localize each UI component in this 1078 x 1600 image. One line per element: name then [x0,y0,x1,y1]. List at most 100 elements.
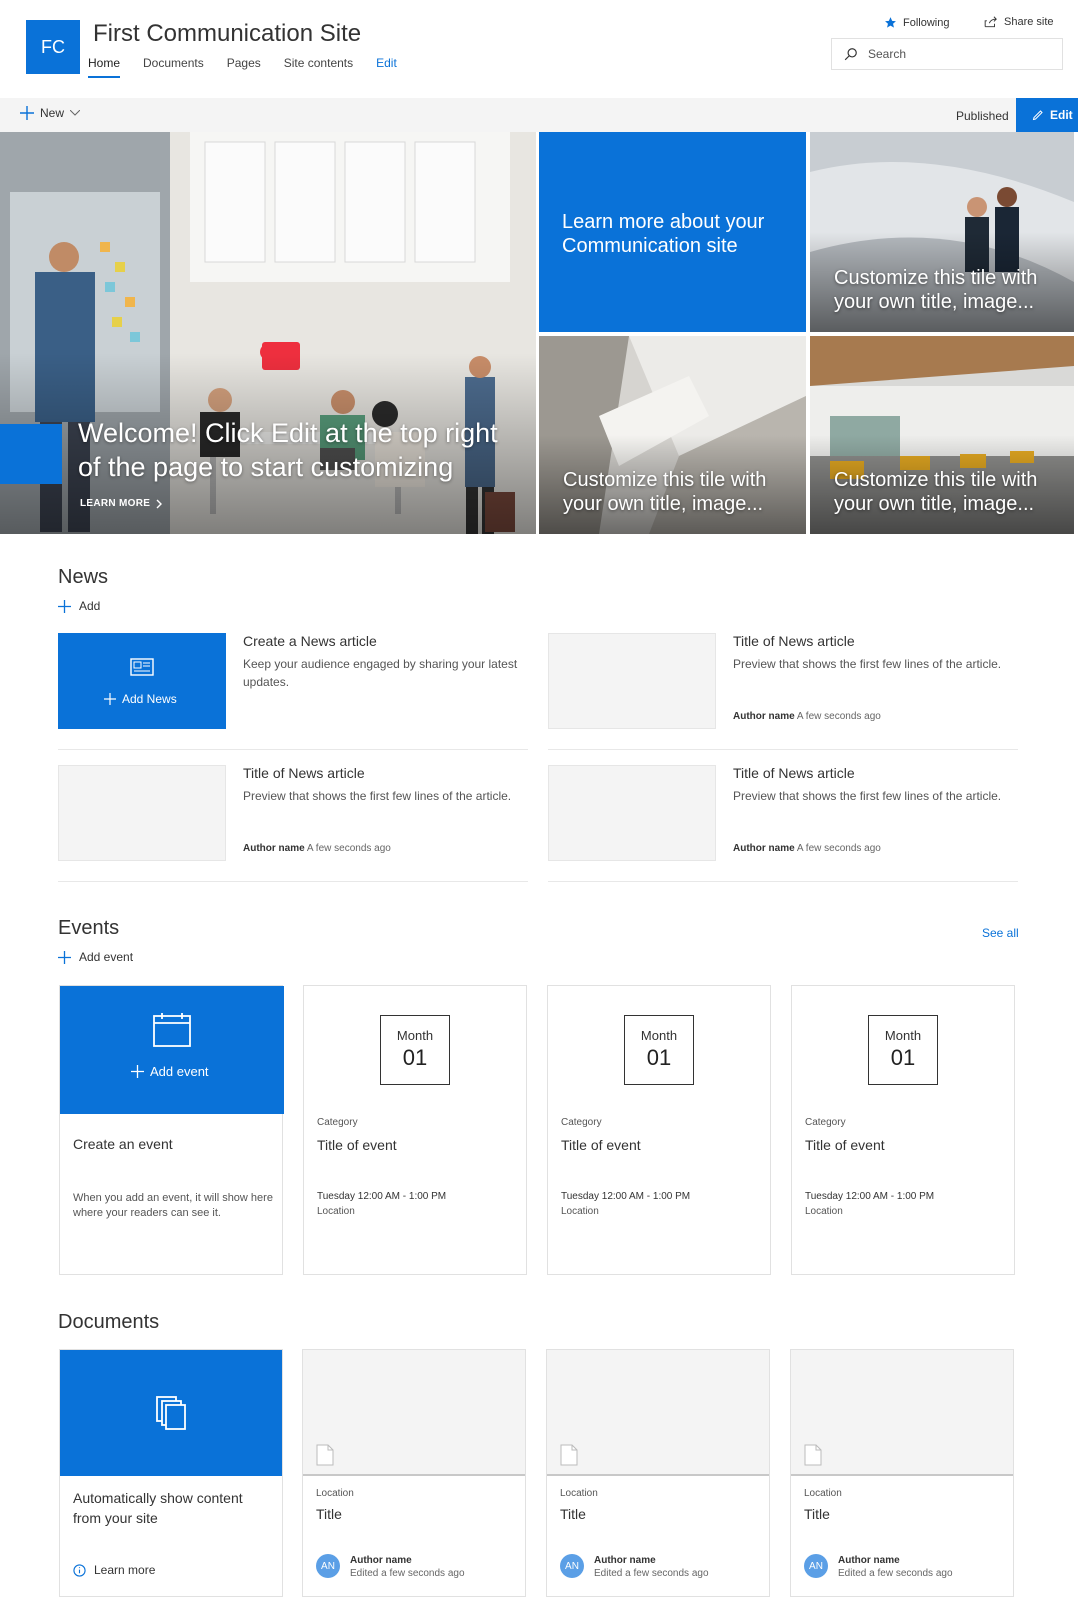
add-event-label: Add event [79,950,134,964]
event-create-card[interactable]: Add event Create an event When you add a… [59,985,284,1275]
add-event-card-button[interactable]: Add event [131,1064,209,1079]
event-date-box: Month 01 [624,1015,694,1085]
add-news-tile[interactable]: Add News [58,633,226,729]
search-input[interactable]: Search [868,47,906,61]
site-logo[interactable]: FC [26,20,80,74]
nav-edit-link[interactable]: Edit [376,56,397,78]
documents-heading: Documents [58,1311,160,1333]
learn-more-label: LEARN MORE [80,498,151,509]
add-news-button[interactable]: Add News [104,692,177,706]
event-title[interactable]: Title of event [805,1137,885,1153]
document-location: Location [560,1488,598,1499]
hero-title[interactable]: Welcome! Click Edit at the top right of … [78,416,498,484]
page-status: Published [956,109,1009,123]
news-thumbnail[interactable] [548,633,716,729]
documents-info-tile [60,1350,282,1476]
event-date-box: Month 01 [380,1015,450,1085]
following-label: Following [903,16,950,29]
news-heading: News [58,566,109,588]
hero-tile-2-text: Customize this tile with your own title,… [563,469,767,515]
news-article-title[interactable]: Title of News article [243,765,365,781]
news-article-preview: Preview that shows the first few lines o… [733,789,1002,803]
add-event-button[interactable]: Add event [58,950,133,964]
nav-home[interactable]: Home [88,56,121,78]
hero-tile-learn[interactable]: Learn more about your Communication site [539,132,806,332]
star-icon [885,17,896,28]
hero-accent-block [0,424,62,484]
share-site-button[interactable]: Share site [984,16,1054,28]
news-article-card[interactable]: Title of News article Preview that shows… [58,765,528,889]
nav-site-contents[interactable]: Site contents [284,56,353,78]
news-article-title[interactable]: Title of News article [733,765,855,781]
document-thumbnail[interactable] [547,1350,769,1476]
news-create-card[interactable]: Add News Create a News article Keep your… [58,633,528,757]
event-card[interactable]: Month 01 Category Title of event Tuesday… [547,985,771,1275]
chevron-right-icon [156,499,163,508]
news-thumbnail[interactable] [58,765,226,861]
event-time: Tuesday 12:00 AM - 1:00 PM [317,1191,447,1202]
news-article-card[interactable]: Title of News article Preview that shows… [548,765,1018,889]
news-time: A few seconds ago [796,711,881,722]
edit-label: Edit [1050,108,1073,122]
document-card[interactable]: Location Title AN Author name Edited a f… [790,1349,1014,1597]
document-card[interactable]: Location Title AN Author name Edited a f… [546,1349,770,1597]
hero-learn-more-link[interactable]: LEARN MORE [80,498,163,509]
document-edited: Edited a few seconds ago [838,1568,953,1579]
hero-tile-3[interactable]: Customize this tile with your own title,… [810,336,1074,534]
news-article-meta: Author name A few seconds ago [243,843,391,854]
event-card[interactable]: Month 01 Category Title of event Tuesday… [303,985,527,1275]
news-author: Author name [243,843,305,854]
add-event-tile[interactable]: Add event [60,986,284,1114]
event-category: Category [317,1117,358,1128]
event-time: Tuesday 12:00 AM - 1:00 PM [805,1191,935,1202]
news-create-desc: Keep your audience engaged by sharing yo… [243,657,518,689]
hero-tile-learn-text: Learn more about your Communication site [562,211,765,257]
following-button[interactable]: Following [884,16,949,29]
documents-learn-more-link[interactable]: Learn more [73,1563,155,1577]
document-author: Author name [350,1555,412,1566]
document-thumbnail[interactable] [791,1350,1013,1476]
document-title[interactable]: Title [804,1506,830,1522]
calendar-icon [153,1013,191,1047]
document-thumbnail[interactable] [303,1350,525,1476]
share-site-label: Share site [1004,16,1054,28]
file-icon [560,1444,578,1466]
hero-tile-1-text: Customize this tile with your own title,… [834,267,1038,313]
event-day: 01 [402,1045,428,1070]
news-article-title[interactable]: Title of News article [733,633,855,649]
news-article-card[interactable]: Title of News article Preview that shows… [548,633,1018,757]
site-title[interactable]: First Communication Site [93,20,361,48]
news-author: Author name [733,711,795,722]
document-author: Author name [838,1555,900,1566]
edit-page-button[interactable]: Edit [1016,98,1078,132]
event-card[interactable]: Month 01 Category Title of event Tuesday… [791,985,1015,1275]
event-title[interactable]: Title of event [561,1137,641,1153]
event-month: Month [640,1028,678,1043]
documents-icon [156,1396,186,1430]
news-divider [548,749,1018,750]
hero-tile-3-text: Customize this tile with your own title,… [834,469,1038,515]
search-box[interactable]: Search [831,38,1063,70]
hero-tile-2[interactable]: Customize this tile with your own title,… [539,336,806,534]
event-title[interactable]: Title of event [317,1137,397,1153]
document-title[interactable]: Title [560,1506,586,1522]
news-article-meta: Author name A few seconds ago [733,843,881,854]
command-bar [0,98,1078,132]
event-create-title: Create an event [73,1136,173,1152]
news-add-button[interactable]: Add [58,599,100,613]
document-card[interactable]: Location Title AN Author name Edited a f… [302,1349,526,1597]
documents-info-card[interactable]: Automatically show content from your sit… [59,1349,283,1597]
new-button[interactable]: New [20,106,81,120]
nav-documents[interactable]: Documents [143,56,204,78]
news-create-title[interactable]: Create a News article [243,633,377,649]
document-location: Location [804,1488,842,1499]
documents-info-title: Automatically show content from your sit… [73,1490,243,1526]
hero-main-tile[interactable]: Welcome! Click Edit at the top right of … [0,132,536,534]
avatar: AN [804,1554,828,1578]
hero-tile-1[interactable]: Customize this tile with your own title,… [810,132,1074,332]
file-icon [804,1444,822,1466]
document-title[interactable]: Title [316,1506,342,1522]
events-see-all-link[interactable]: See all [982,926,1019,940]
nav-pages[interactable]: Pages [227,56,261,78]
news-thumbnail[interactable] [548,765,716,861]
